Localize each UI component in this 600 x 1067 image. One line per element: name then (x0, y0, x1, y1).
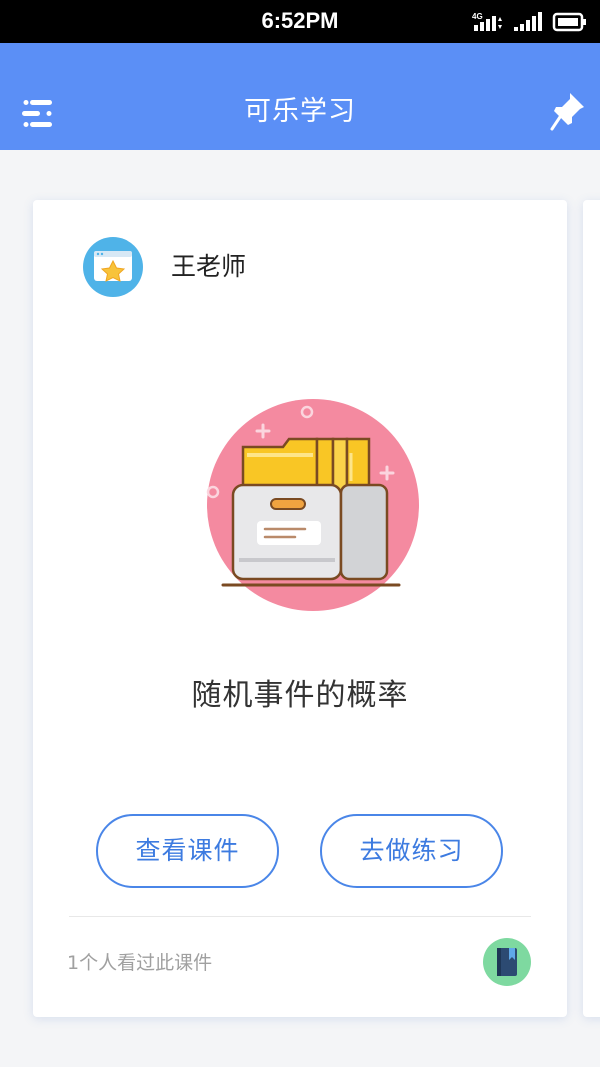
next-card-peek[interactable] (583, 200, 600, 1017)
signal-4g-icon: 4G (472, 12, 502, 31)
status-icons: 4G (472, 9, 588, 35)
app-bar: 可乐学习 (0, 43, 600, 150)
divider (69, 916, 531, 917)
network-label: 4G (472, 12, 483, 21)
page-title: 可乐学习 (244, 96, 356, 127)
teacher-name: 王老师 (171, 252, 247, 281)
pin-icon (550, 93, 584, 131)
courseware-box-illustration (206, 399, 419, 611)
do-practice-button[interactable]: 去做练习 (320, 814, 503, 888)
book-icon[interactable] (483, 938, 531, 986)
teacher-avatar (83, 237, 143, 297)
course-title: 随机事件的概率 (191, 678, 409, 713)
signal-icon (514, 12, 542, 31)
view-courseware-button[interactable]: 查看课件 (96, 814, 279, 888)
course-card[interactable]: 王老师 随机事件的概率 查看课件 去做练习 1个人看过此课件 (33, 200, 567, 1017)
view-count: 1个人看过此课件 (67, 952, 213, 974)
pin-button[interactable] (550, 91, 586, 131)
battery-icon (552, 12, 586, 32)
status-bar: 6:52PM 4G (0, 0, 600, 43)
